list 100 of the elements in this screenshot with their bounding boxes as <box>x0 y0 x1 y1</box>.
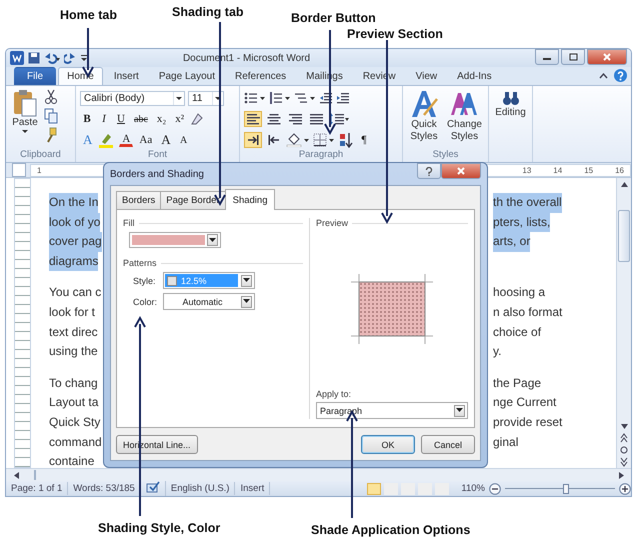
section-heading: Patterns <box>123 258 157 268</box>
help-icon <box>425 166 433 176</box>
scissors-icon[interactable] <box>44 89 58 105</box>
undo-icon[interactable] <box>44 52 60 64</box>
shrink-font-button[interactable]: A <box>176 132 191 148</box>
zoom-in-icon[interactable] <box>619 482 631 494</box>
align-button[interactable] <box>244 111 262 127</box>
annotation-label: Home tab <box>60 8 117 22</box>
borders-icon[interactable] <box>313 133 335 147</box>
grow-font-button[interactable]: A <box>158 132 174 148</box>
clear-format-icon[interactable] <box>190 112 204 126</box>
ribbon-tab[interactable]: References <box>226 67 296 85</box>
paragraph-direction-icon <box>246 133 260 147</box>
align-icon <box>267 112 281 126</box>
document-text: To chang <box>49 374 98 392</box>
line-spacing-icon[interactable] <box>328 112 350 126</box>
group-label: Clipboard <box>19 149 62 162</box>
paste-button[interactable]: Paste <box>10 89 40 149</box>
increase-indent-icon[interactable] <box>336 91 350 105</box>
word-count[interactable]: Words: 53/185 <box>68 482 141 495</box>
minimize-button[interactable] <box>535 49 559 65</box>
file-menu-button[interactable]: File <box>14 67 56 85</box>
underline-button[interactable]: U <box>114 111 128 127</box>
close-button[interactable] <box>441 163 481 179</box>
ribbon-tab[interactable]: Home <box>58 67 103 85</box>
italic-button[interactable]: I <box>97 111 111 127</box>
document-text: look of yo <box>49 212 100 232</box>
text-direction-button[interactable] <box>244 132 262 148</box>
quick-styles-button[interactable]: Quick Styles <box>407 89 441 149</box>
styles-icon <box>410 89 438 119</box>
document-text: provide reset <box>493 414 562 431</box>
ribbon-tab[interactable]: Page Layout <box>150 67 224 85</box>
maximize-button[interactable] <box>561 49 585 65</box>
dropdown-arrow-icon <box>243 278 250 283</box>
document-text: look for t <box>49 304 96 321</box>
ribbon-tab[interactable]: Insert <box>104 67 148 85</box>
show-formatting-button[interactable]: ¶ <box>357 132 371 148</box>
align-icon <box>246 112 260 126</box>
annotation-label: Shading tab <box>172 5 244 19</box>
fill-color-dropdown[interactable] <box>129 232 221 248</box>
dropdown-arrow-icon[interactable] <box>214 94 222 102</box>
align-button[interactable] <box>286 111 304 127</box>
editing-button[interactable]: Editing <box>493 89 528 119</box>
zoom-out-icon[interactable] <box>489 482 501 494</box>
close-icon <box>603 53 611 61</box>
close-button[interactable] <box>587 49 627 65</box>
document-text: hoosing a <box>493 284 546 302</box>
bold-button[interactable]: B <box>80 111 94 127</box>
dialog-tab[interactable]: Shading <box>224 189 276 210</box>
help-button[interactable] <box>417 163 441 179</box>
format-button[interactable]: x² <box>172 111 188 127</box>
dropdown-arrow-icon[interactable] <box>175 94 183 102</box>
ribbon-tab[interactable]: Add-Ins <box>448 67 501 85</box>
word-logo-icon[interactable] <box>10 51 24 65</box>
paint-bucket-icon[interactable] <box>286 133 310 147</box>
help-icon[interactable] <box>614 69 627 82</box>
change-styles-button[interactable]: Change Styles <box>444 89 484 149</box>
font-color-button[interactable]: A <box>119 133 134 147</box>
decrease-indent-icon[interactable] <box>319 91 333 105</box>
save-icon[interactable] <box>28 52 40 64</box>
bullets-icon[interactable] <box>244 91 266 105</box>
format-button[interactable]: Aa <box>136 132 156 148</box>
section-heading: Preview <box>316 218 348 228</box>
customize-caret-icon[interactable] <box>80 52 88 64</box>
align-button[interactable] <box>307 111 325 127</box>
align-icon <box>288 112 302 126</box>
zoom-level[interactable]: 110% <box>457 483 489 494</box>
ribbon-tab[interactable]: View <box>406 67 446 85</box>
numbering-icon[interactable] <box>269 91 291 105</box>
dropdown-arrow-icon <box>456 408 463 413</box>
document-text: arts, or <box>493 232 530 252</box>
strikethrough-button[interactable]: abc <box>131 111 151 127</box>
page-count[interactable]: Page: 1 of 1 <box>6 482 68 495</box>
close-icon <box>457 167 465 175</box>
scrollbar-thumb[interactable] <box>618 210 630 262</box>
multilevel-list-icon[interactable] <box>294 91 316 105</box>
collapse-ribbon-icon[interactable] <box>599 72 608 78</box>
font-name-field[interactable]: Calibri (Body) <box>80 90 185 106</box>
copy-icon[interactable] <box>44 108 58 124</box>
document-text: containe <box>49 453 94 468</box>
document-text: command <box>49 434 102 451</box>
sort-icon[interactable] <box>338 132 354 148</box>
zoom-slider-thumb[interactable] <box>562 484 568 494</box>
text-effects-button[interactable]: A <box>80 132 96 148</box>
color-dropdown[interactable]: Automatic <box>163 293 255 310</box>
insert-mode-indicator[interactable]: Insert <box>235 482 270 495</box>
redo-icon[interactable] <box>64 52 76 64</box>
scrollbar-thumb[interactable] <box>34 470 36 480</box>
document-text: diagrams <box>49 252 98 272</box>
dialog-button[interactable]: Cancel <box>421 435 475 454</box>
language-indicator[interactable]: English (U.S.) <box>166 482 236 495</box>
ok-button[interactable]: OK <box>361 435 415 454</box>
document-text: the Page <box>493 374 542 392</box>
proofing-icon[interactable] <box>146 480 160 492</box>
align-button[interactable] <box>265 111 283 127</box>
left-arrow-icon <box>14 472 18 478</box>
group-label: Paragraph <box>298 149 344 162</box>
dialog-tab[interactable]: Borders <box>116 191 162 209</box>
format-button[interactable]: x₂ <box>154 111 170 127</box>
font-size-field[interactable]: 11 <box>188 90 224 106</box>
